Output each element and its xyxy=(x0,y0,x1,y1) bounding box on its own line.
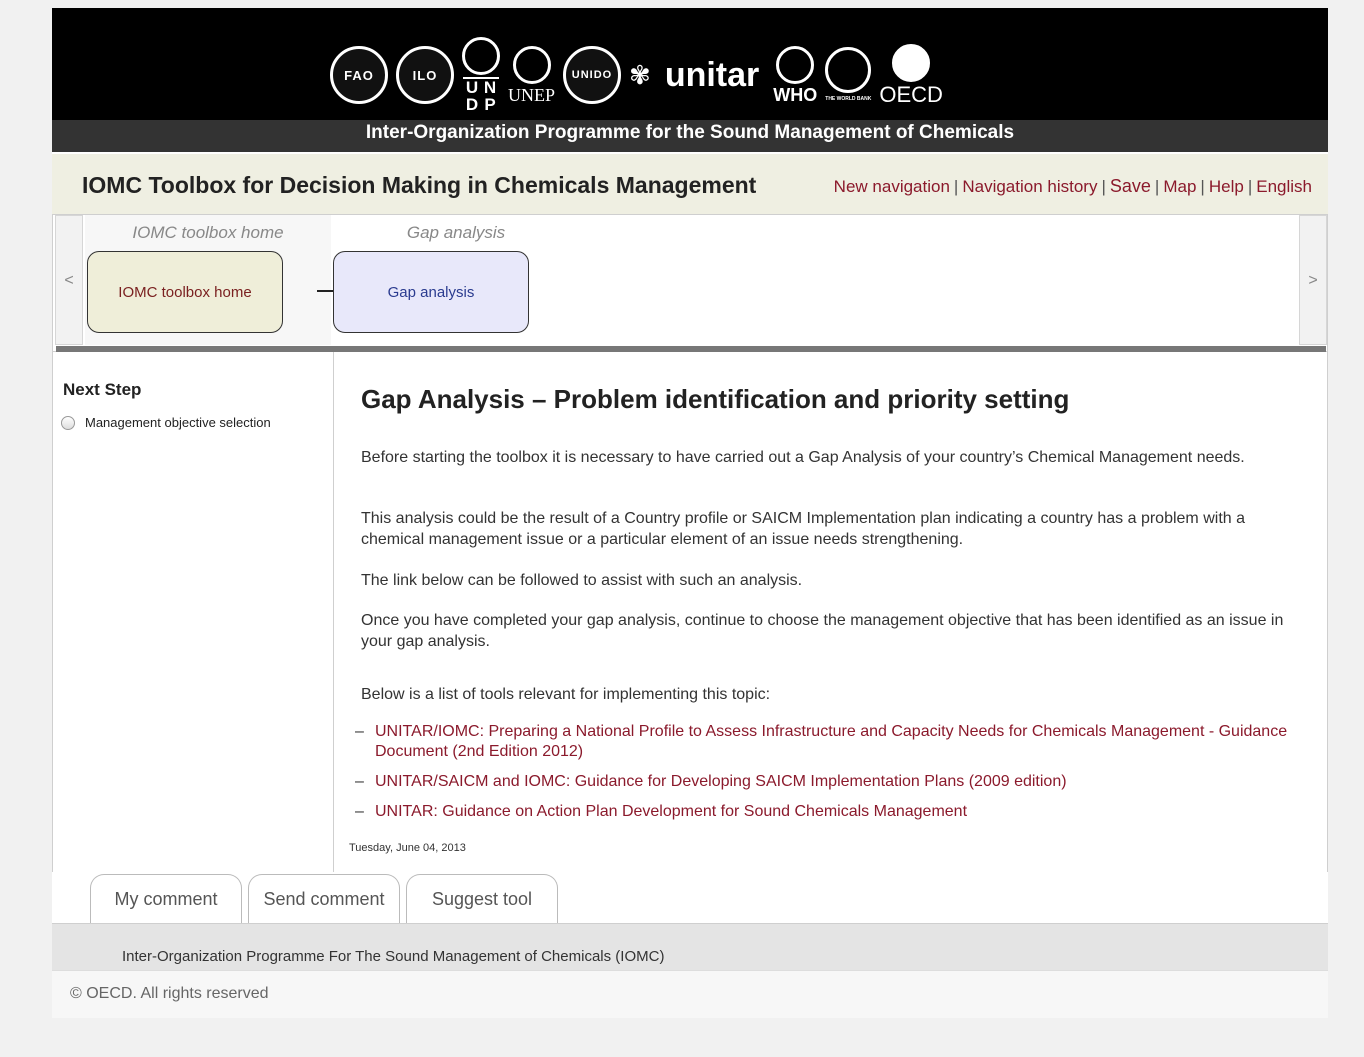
paragraph: The link below can be followed to assist… xyxy=(361,572,803,589)
navigation-history-link[interactable]: Navigation history xyxy=(962,177,1097,196)
separator: | xyxy=(1101,177,1106,196)
copyright-text: © OECD. All rights reserved xyxy=(70,985,269,1002)
tool-link-text[interactable]: UNITAR/IOMC: Preparing a National Profil… xyxy=(375,723,1287,760)
ilo-logo: ILO xyxy=(396,46,454,104)
bullet: – xyxy=(355,773,364,790)
unep-emblem-icon xyxy=(512,46,551,84)
app-title: IOMC Toolbox for Decision Making in Chem… xyxy=(82,172,757,198)
tool-link-text[interactable]: UNITAR/SAICM and IOMC: Guidance for Deve… xyxy=(375,773,1067,790)
unitar-emblem-icon: ✾ xyxy=(629,60,651,90)
navigation-flow: < IOMC toolbox home IOMC toolbox home Ga… xyxy=(52,214,1328,352)
world-bank-logo: THE WORLD BANK xyxy=(825,47,871,103)
unitar-logo: unitar xyxy=(664,55,760,94)
comment-tabs: My comment Send comment Suggest tool xyxy=(90,874,558,924)
scroll-left-button[interactable]: < xyxy=(55,215,83,345)
tab-send-comment[interactable]: Send comment xyxy=(248,874,400,924)
footer-organization-text: Inter-Organization Programme For The Sou… xyxy=(122,948,665,965)
unido-logo: UNIDO xyxy=(563,46,622,104)
who-emblem-icon xyxy=(776,46,815,84)
paragraph: Before starting the toolbox it is necess… xyxy=(361,449,1245,466)
footer-organization: Inter-Organization Programme For The Sou… xyxy=(52,924,1328,970)
radio-button[interactable] xyxy=(61,415,75,430)
top-navigation: New navigation | Navigation history | Save | M… xyxy=(834,176,1312,197)
language-link[interactable]: English xyxy=(1256,177,1312,196)
bullet: – xyxy=(355,723,364,740)
paragraph: This analysis could be the result of a C… xyxy=(361,510,1245,548)
flow-node-gap-analysis[interactable]: Gap analysis xyxy=(333,251,529,333)
globe-icon xyxy=(825,47,872,93)
next-step-title: Next Step xyxy=(63,380,142,399)
flow-column-gap: Gap analysis Gap analysis xyxy=(333,215,579,345)
title-bar: IOMC Toolbox for Decision Making in Chem… xyxy=(52,154,1328,214)
tools-list: – UNITAR/IOMC: Preparing a National Profi… xyxy=(355,722,1295,832)
who-logo: WHO xyxy=(773,46,817,104)
tool-link-text[interactable]: UNITAR: Guidance on Action Plan Developm… xyxy=(375,803,967,820)
paragraph: Once you have completed your gap analysi… xyxy=(361,612,1284,650)
separator: | xyxy=(953,177,959,196)
tool-link[interactable]: – UNITAR/IOMC: Preparing a National Profi… xyxy=(355,722,1295,762)
tool-link[interactable]: – UNITAR: Guidance on Action Plan Develop… xyxy=(355,802,1295,822)
separator: | xyxy=(1247,177,1253,196)
tool-link[interactable]: – UNITAR/SAICM and IOMC: Guidance for Dev… xyxy=(355,772,1295,792)
flow-column-label: IOMC toolbox home xyxy=(132,223,284,242)
page: FAO ILO UN DP UNEP UNIDO ✾ unitar WHO TH… xyxy=(52,8,1328,1018)
fao-logo: FAO xyxy=(330,46,388,104)
page-date: Tuesday, June 04, 2013 xyxy=(349,842,466,854)
sidebar: Next Step Management objective selection xyxy=(52,352,334,872)
flow-column-label: Gap analysis xyxy=(406,223,506,242)
main-content: Gap Analysis – Problem identification an… xyxy=(335,352,1328,872)
flow-column-home: IOMC toolbox home IOMC toolbox home xyxy=(85,215,367,345)
un-emblem-icon xyxy=(462,37,500,75)
separator: | xyxy=(1154,177,1160,196)
flow-node-iomc-home[interactable]: IOMC toolbox home xyxy=(87,251,283,333)
save-link[interactable]: Save xyxy=(1110,176,1151,196)
separator: | xyxy=(1200,177,1205,196)
map-link[interactable]: Map xyxy=(1163,177,1196,196)
next-step-label: Management objective selection xyxy=(85,415,271,430)
oecd-emblem-icon xyxy=(892,44,931,82)
partner-logos: FAO ILO UN DP UNEP UNIDO ✾ unitar WHO TH… xyxy=(330,37,943,113)
tab-my-comment[interactable]: My comment xyxy=(90,874,242,924)
tools-intro: Below is a list of tools relevant for im… xyxy=(361,686,771,703)
organization-banner: Inter-Organization Programme for the Sou… xyxy=(52,120,1328,152)
logo-band: FAO ILO UN DP UNEP UNIDO ✾ unitar WHO TH… xyxy=(52,8,1328,120)
oecd-logo: OECD xyxy=(879,44,943,106)
undp-logo: UN DP xyxy=(462,37,500,113)
new-navigation-link[interactable]: New navigation xyxy=(834,177,950,196)
unep-logo: UNEP xyxy=(508,46,555,104)
next-step-item[interactable]: Management objective selection xyxy=(61,415,271,430)
scroll-right-button[interactable]: > xyxy=(1299,215,1327,345)
page-title: Gap Analysis – Problem identification an… xyxy=(361,384,1070,414)
bullet: – xyxy=(355,803,364,820)
help-link[interactable]: Help xyxy=(1209,177,1244,196)
tab-suggest-tool[interactable]: Suggest tool xyxy=(406,874,558,924)
footer-copyright: © OECD. All rights reserved xyxy=(52,970,1328,1018)
